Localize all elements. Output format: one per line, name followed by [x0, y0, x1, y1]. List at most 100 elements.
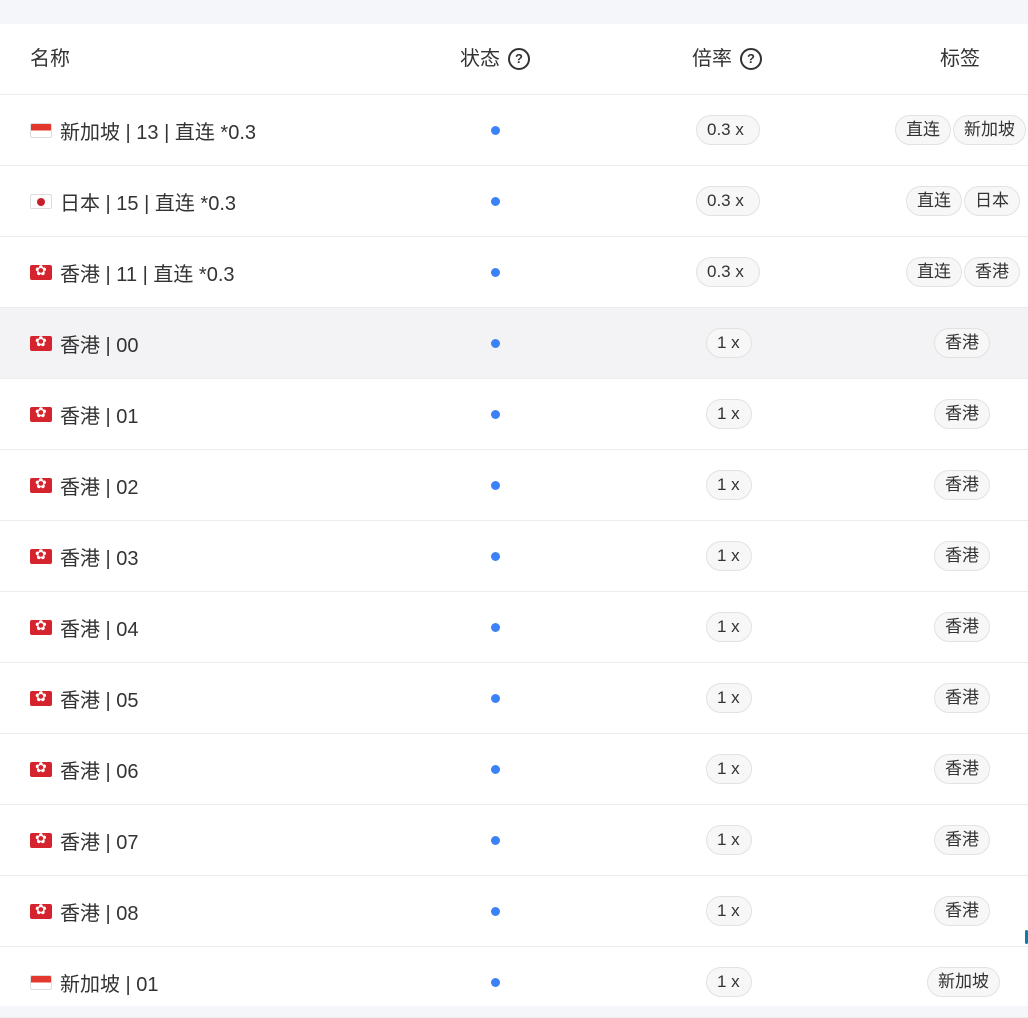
- node-name: 新加坡 | 13 | 直连 *0.3: [60, 121, 257, 144]
- node-table: 名称 状态 ? 倍率 ? 标签 新加坡 | 13 | 直连 *0.3 0.3 x 直…: [0, 24, 1028, 1018]
- tag-badge: 香港: [934, 541, 990, 571]
- status-dot-icon: [491, 836, 500, 845]
- table-row[interactable]: 香港 | 03 1 x 香港: [0, 521, 1028, 592]
- tag-badge: 香港: [964, 257, 1020, 287]
- flag-hk-icon: [30, 406, 52, 422]
- tag-list: 香港: [934, 470, 990, 500]
- tag-badge: 直连: [906, 257, 962, 287]
- status-dot-icon: [491, 765, 500, 774]
- tag-list: 直连 日本: [906, 186, 1020, 216]
- node-name: 香港 | 07: [60, 831, 139, 854]
- tag-badge: 香港: [934, 825, 990, 855]
- flag-jp-icon: [30, 193, 52, 209]
- tag-badge: 新加坡: [953, 115, 1026, 145]
- table-header: 名称 状态 ? 倍率 ? 标签: [0, 24, 1028, 95]
- tag-list: 香港: [934, 328, 990, 358]
- node-name: 香港 | 01: [60, 405, 139, 428]
- header-name[interactable]: 名称: [30, 24, 70, 94]
- tag-badge: 香港: [934, 754, 990, 784]
- tag-list: 香港: [934, 541, 990, 571]
- tag-list: 新加坡: [927, 967, 1000, 997]
- tag-list: 香港: [934, 399, 990, 429]
- tag-badge: 香港: [934, 399, 990, 429]
- tag-list: 香港: [934, 754, 990, 784]
- tag-badge: 直连: [906, 186, 962, 216]
- question-circle-icon[interactable]: ?: [508, 48, 530, 70]
- node-name: 香港 | 04: [60, 618, 139, 641]
- node-name-cell: 香港 | 03: [30, 521, 139, 591]
- status-dot-icon: [491, 907, 500, 916]
- node-name-cell: 新加坡 | 01: [30, 947, 159, 1017]
- flag-hk-icon: [30, 761, 52, 777]
- tag-list: 香港: [934, 612, 990, 642]
- rate-badge: 1 x: [706, 612, 752, 642]
- table-row[interactable]: 香港 | 11 | 直连 *0.3 0.3 x 直连香港: [0, 237, 1028, 308]
- flag-hk-icon: [30, 477, 52, 493]
- header-name-label: 名称: [30, 48, 70, 70]
- header-tags-label: 标签: [940, 48, 980, 70]
- tag-list: 香港: [934, 896, 990, 926]
- node-name-cell: 香港 | 07: [30, 805, 139, 875]
- tag-list: 香港: [934, 825, 990, 855]
- flag-hk-icon: [30, 335, 52, 351]
- rate-badge: 1 x: [706, 967, 752, 997]
- node-name: 香港 | 02: [60, 476, 139, 499]
- tag-badge: 香港: [934, 896, 990, 926]
- flag-hk-icon: [30, 832, 52, 848]
- header-rate[interactable]: 倍率 ?: [692, 24, 762, 94]
- table-row[interactable]: 新加坡 | 01 1 x 新加坡: [0, 947, 1028, 1018]
- status-dot-icon: [491, 694, 500, 703]
- flag-hk-icon: [30, 903, 52, 919]
- flag-hk-icon: [30, 690, 52, 706]
- rate-badge: 1 x: [706, 754, 752, 784]
- node-name: 香港 | 06: [60, 760, 139, 783]
- tag-badge: 新加坡: [927, 967, 1000, 997]
- table-row[interactable]: 香港 | 01 1 x 香港: [0, 379, 1028, 450]
- tag-list: 直连 新加坡: [895, 115, 1026, 145]
- node-name: 日本 | 15 | 直连 *0.3: [60, 192, 237, 215]
- table-row[interactable]: 香港 | 04 1 x 香港: [0, 592, 1028, 663]
- tag-badge: 直连: [895, 115, 951, 145]
- status-dot-icon: [491, 481, 500, 490]
- rate-badge: 1 x: [706, 399, 752, 429]
- rate-badge: 0.3 x: [696, 115, 760, 145]
- flag-hk-icon: [30, 264, 52, 280]
- tag-list: 直连 香港: [906, 257, 1020, 287]
- node-name: 香港 | 11 | 直连 *0.3: [60, 263, 235, 286]
- node-name-cell: 新加坡 | 13 | 直连 *0.3: [30, 95, 256, 165]
- table-row[interactable]: 香港 | 07 1 x 香港: [0, 805, 1028, 876]
- flag-sg-icon: [30, 974, 52, 990]
- rate-badge: 1 x: [706, 470, 752, 500]
- table-row[interactable]: 香港 | 05 1 x 香港: [0, 663, 1028, 734]
- table-row[interactable]: 日本 | 15 | 直连 *0.3 0.3 x 直连 日本: [0, 166, 1028, 237]
- flag-sg-icon: [30, 122, 52, 138]
- table-body: 新加坡 | 13 | 直连 *0.3 0.3 x 直连 新加坡 日本 | 15 | 直连…: [0, 95, 1028, 1018]
- node-name-cell: 香港 | 00: [30, 308, 139, 378]
- tag-badge: 香港: [934, 470, 990, 500]
- status-dot-icon: [491, 126, 500, 135]
- question-circle-icon[interactable]: ?: [740, 48, 762, 70]
- node-name: 香港 | 08: [60, 902, 139, 925]
- rate-badge: 0.3 x: [696, 186, 760, 216]
- status-dot-icon: [491, 410, 500, 419]
- tag-badge: 日本: [964, 186, 1020, 216]
- tag-badge: 香港: [934, 683, 990, 713]
- table-row[interactable]: 香港 | 00 1 x 香港: [0, 308, 1028, 379]
- status-dot-icon: [491, 552, 500, 561]
- flag-hk-icon: [30, 619, 52, 635]
- node-name-cell: 香港 | 11 | 直连 *0.3: [30, 237, 235, 307]
- node-name-cell: 香港 | 05: [30, 663, 139, 733]
- status-dot-icon: [491, 339, 500, 348]
- header-status[interactable]: 状态 ?: [460, 24, 530, 94]
- rate-badge: 1 x: [706, 896, 752, 926]
- table-row[interactable]: 香港 | 06 1 x 香港: [0, 734, 1028, 805]
- table-row[interactable]: 香港 | 02 1 x 香港: [0, 450, 1028, 521]
- status-dot-icon: [491, 623, 500, 632]
- node-name: 香港 | 05: [60, 689, 139, 712]
- tag-badge: 香港: [934, 612, 990, 642]
- table-row[interactable]: 香港 | 08 1 x 香港: [0, 876, 1028, 947]
- table-row[interactable]: 新加坡 | 13 | 直连 *0.3 0.3 x 直连 新加坡: [0, 95, 1028, 166]
- rate-badge: 1 x: [706, 825, 752, 855]
- header-rate-label: 倍率: [692, 48, 732, 70]
- node-name-cell: 香港 | 04: [30, 592, 139, 662]
